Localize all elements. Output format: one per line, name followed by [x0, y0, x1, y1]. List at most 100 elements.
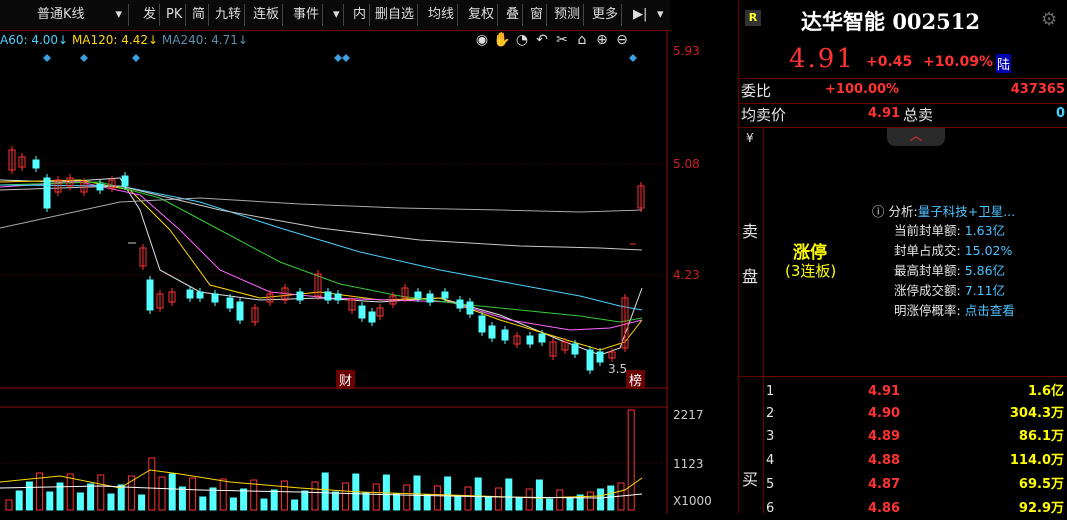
- tb-btn-fuquan[interactable]: 复权: [465, 4, 499, 26]
- candle-body: [358, 305, 366, 319]
- volume-bar: [403, 484, 411, 511]
- tb-btn-pk[interactable]: PK: [163, 4, 187, 26]
- probability-link[interactable]: 点击查看: [965, 303, 1015, 318]
- candle-body: [211, 293, 219, 303]
- volume-bar: [260, 498, 268, 511]
- bid-volume: 92.9万: [1018, 501, 1064, 516]
- volume-bar: [321, 472, 329, 511]
- volume-bar: [66, 473, 74, 511]
- volume-bar: [311, 481, 319, 511]
- tb-btn-gengduo[interactable]: 更多: [589, 4, 623, 26]
- volume-bar: [138, 494, 146, 511]
- tb-btn-die[interactable]: 叠: [503, 4, 524, 26]
- volume-bar: [423, 494, 431, 511]
- candle-body: [456, 299, 464, 309]
- price-axis-label: 5.08: [673, 157, 700, 171]
- stat-value: 7.11亿: [964, 283, 1006, 298]
- volume-bar: [97, 474, 105, 511]
- candle-body: [596, 351, 604, 363]
- event-marker: [43, 54, 51, 62]
- period-select[interactable]: 普通K线 ▾: [34, 4, 129, 26]
- tb-btn-yuce[interactable]: 预测: [551, 4, 585, 26]
- play-icon[interactable]: ▶|: [630, 4, 650, 26]
- volume-bar: [46, 491, 54, 511]
- tb-btn-nei[interactable]: 内: [350, 4, 371, 26]
- volume-bar: [342, 482, 350, 511]
- stat-value: 5.86亿: [964, 263, 1006, 278]
- weibi-pct: +100.00%: [825, 82, 900, 97]
- volume-bar: [280, 480, 288, 511]
- candle-body: [441, 291, 449, 299]
- candle-body: [324, 291, 332, 301]
- volume-bar: [505, 478, 513, 511]
- candle-body: [488, 325, 496, 339]
- volume-bar: [291, 499, 299, 511]
- bid-volume: 114.0万: [1009, 453, 1064, 468]
- ranking-marker[interactable]: 榜: [626, 370, 646, 389]
- candle-body: [96, 183, 104, 191]
- total-sell-label: 总卖: [903, 106, 934, 124]
- price-change: +0.45: [866, 54, 913, 70]
- stat-key: 最高封单额:: [894, 263, 961, 278]
- bid-volume: 69.5万: [1018, 477, 1064, 492]
- candle-body: [334, 293, 342, 301]
- volume-bar: [535, 479, 543, 511]
- volume-bar: [158, 476, 166, 511]
- gear-icon[interactable]: ⚙: [1041, 9, 1057, 30]
- bid-volume: 1.6亿: [1027, 384, 1064, 399]
- tb-btn-shanzixuan[interactable]: 删自选: [372, 4, 419, 26]
- bid-row[interactable]: 6 4.86 92.9万: [739, 498, 1067, 520]
- volume-bar: [413, 475, 421, 511]
- ma-curve: [0, 181, 643, 331]
- sell-side-label-1: 卖: [742, 222, 759, 241]
- volume-ma-curve: [0, 485, 643, 499]
- bid-level: 1: [766, 384, 775, 399]
- candle-body: [186, 289, 194, 299]
- volume-bar: [556, 489, 564, 511]
- volume-bar: [178, 486, 186, 511]
- volume-ma-curve: [0, 469, 643, 499]
- chevron-down-icon: ▾: [115, 7, 122, 22]
- tb-btn-chuang[interactable]: 窗: [527, 4, 548, 26]
- stat-key: 明涨停概率:: [894, 303, 961, 318]
- volume-bar: [597, 488, 605, 511]
- volume-bar: [117, 484, 125, 511]
- bid-price: 4.89: [868, 429, 901, 444]
- volume-bar: [515, 497, 523, 511]
- collapse-button[interactable]: ︿: [887, 128, 945, 146]
- chevron-down-icon[interactable]: ▾: [330, 4, 344, 26]
- tb-btn-jian[interactable]: 简: [189, 4, 210, 26]
- tb-btn-fa[interactable]: 发: [140, 4, 161, 26]
- tb-btn-lianban[interactable]: 连板: [250, 4, 284, 26]
- candle-body: [32, 159, 40, 169]
- analysis-label: 分析:: [888, 204, 918, 219]
- tb-btn-junxian[interactable]: 均线: [425, 4, 459, 26]
- analysis-link[interactable]: ⓘ 分析:量子科技+卫星...: [872, 201, 1015, 220]
- kline-chart[interactable]: [0, 30, 668, 514]
- candle-body: [146, 279, 154, 311]
- candle-body: [196, 291, 204, 299]
- stat-value: 1.63亿: [964, 223, 1006, 238]
- bid-row[interactable]: 4 4.88 114.0万: [739, 450, 1067, 472]
- candle-body: [478, 315, 486, 333]
- total-sell-value: 0: [1055, 106, 1065, 121]
- volume-bar: [168, 473, 176, 511]
- tb-btn-jiuzhuan[interactable]: 九转: [212, 4, 246, 26]
- chevron-down-icon[interactable]: ▾: [654, 4, 667, 26]
- event-marker: [80, 54, 88, 62]
- volume-bar: [189, 477, 197, 511]
- avg-sell-label: 均卖价: [741, 106, 787, 124]
- bid-row[interactable]: 5 4.87 69.5万: [739, 474, 1067, 496]
- event-marker: [342, 54, 350, 62]
- bid-volume: 304.3万: [1009, 406, 1064, 421]
- bid-row[interactable]: 3 4.89 86.1万: [739, 426, 1067, 448]
- volume-bar: [331, 491, 339, 511]
- finance-marker[interactable]: 财: [336, 370, 356, 389]
- volume-bar: [484, 496, 492, 511]
- volume-bar: [240, 488, 248, 511]
- candle-body: [501, 329, 509, 341]
- bid-row[interactable]: 1 4.91 1.6亿: [739, 381, 1067, 403]
- tb-btn-shijian[interactable]: 事件: [290, 4, 324, 26]
- bid-row[interactable]: 2 4.90 304.3万: [739, 403, 1067, 425]
- stat-key: 封单占成交:: [894, 243, 961, 258]
